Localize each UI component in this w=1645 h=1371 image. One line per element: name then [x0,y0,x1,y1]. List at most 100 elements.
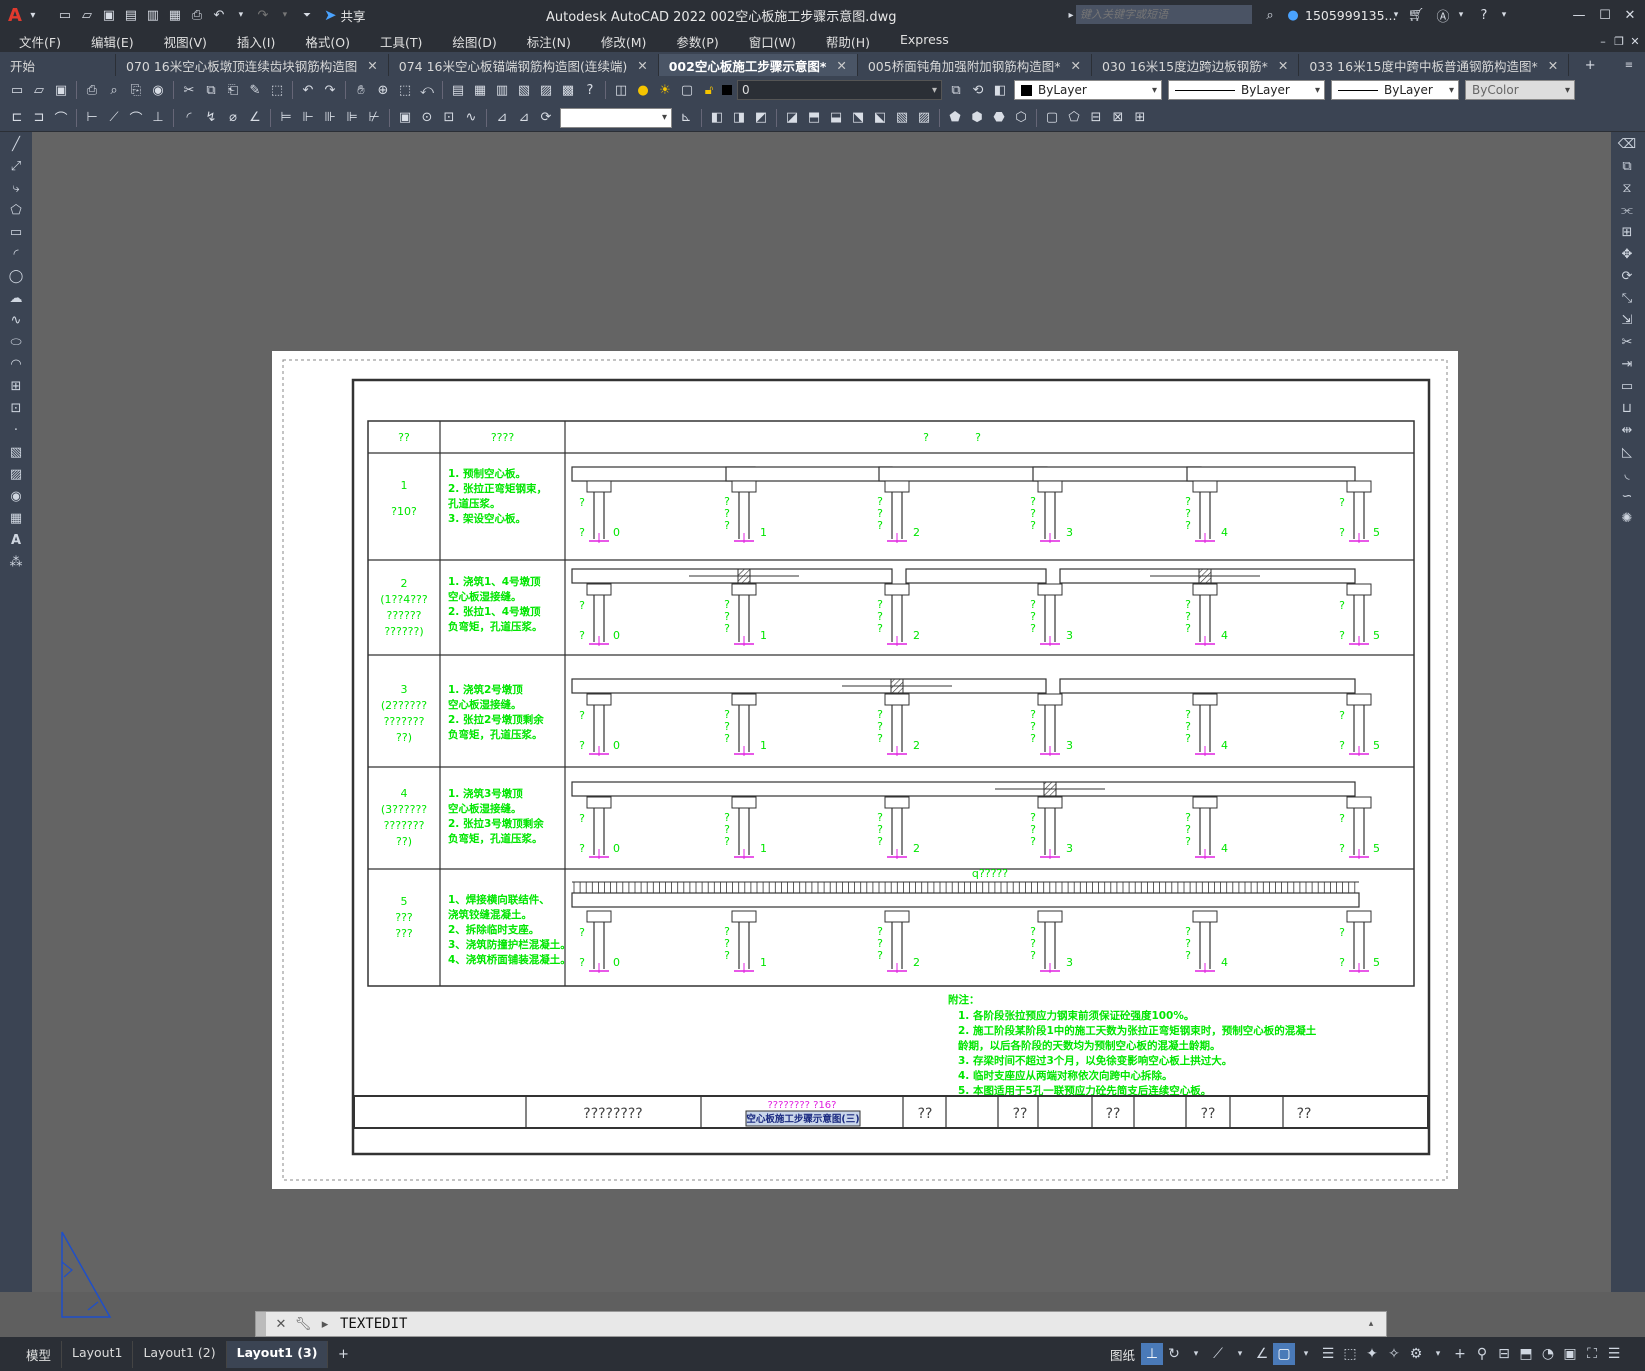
add-selected-icon[interactable]: ⁂ [4,552,28,572]
dim-arc-tb-icon[interactable]: ⌒ [52,109,70,127]
join-icon[interactable]: ⇹ [1615,420,1639,440]
dim-space-icon[interactable]: ⊫ [343,109,361,127]
offset-icon[interactable]: ⫘ [1615,200,1639,220]
point-icon[interactable]: · [4,420,28,440]
menu-item-7[interactable]: 标注(N) [512,32,586,51]
layout-tab-0[interactable]: 模型 [16,1340,63,1368]
dims-front-icon[interactable]: ⬓ [827,109,845,127]
tab-list-icon[interactable]: ≡ [1620,56,1638,74]
viewport-scale-icon[interactable]: ⊞ [1131,109,1149,127]
layer-on-icon[interactable]: ● [634,81,652,99]
polyline-icon[interactable]: ⤷ [4,178,28,198]
search-icon[interactable]: ⌕ [1261,6,1279,24]
viewport-icon[interactable]: ▢ [1043,109,1061,127]
command-line[interactable]: ✕ 🔧︎ ▸ TEXTEDIT ▴ [255,1311,1387,1337]
trim-icon[interactable]: ✂ [1615,332,1639,352]
tab-close-icon[interactable]: ✕ [1070,58,1080,73]
break-at-point-icon[interactable]: ▭ [1615,376,1639,396]
doc-close-icon[interactable]: ✕ [1626,32,1644,50]
osnap-icon[interactable]: ▢ [1273,1343,1296,1365]
center-mark-icon[interactable]: ⊙ [418,109,436,127]
dim-angular-icon[interactable]: ∠ [246,109,264,127]
web-mobile-save-icon[interactable]: ▦ [166,6,184,24]
dim-update-icon[interactable]: ⟳ [537,109,555,127]
jogged-linear-icon[interactable]: ∿ [462,109,480,127]
clean-screen-icon[interactable]: ⛶ [1581,1343,1603,1365]
dim-baseline-icon[interactable]: ⊩ [299,109,317,127]
annotation-scale-icon[interactable]: ✧ [1383,1343,1405,1365]
design-center-icon[interactable]: ▦ [471,81,489,99]
bring-above-icon[interactable]: ◩ [752,109,770,127]
dim-edit-icon[interactable]: ⊿ [493,109,511,127]
command-grip-icon[interactable] [256,1312,266,1336]
inspection-icon[interactable]: ⊡ [440,109,458,127]
tab-close-icon[interactable]: ✕ [836,58,846,73]
fillet-icon[interactable]: ◟ [1615,464,1639,484]
mirror-icon[interactable]: ⧖ [1615,178,1639,198]
cut-icon[interactable]: ✂ [180,81,198,99]
units-icon[interactable]: ⚲ [1471,1343,1493,1365]
user-icon[interactable]: ● [1284,6,1302,24]
ungroup-icon[interactable]: ⬢ [968,109,986,127]
quick-properties-icon[interactable]: ⊟ [1493,1343,1515,1365]
undo-dropdown-icon[interactable]: ▾ [232,6,250,24]
plot-toolbar-icon[interactable]: ⎙ [83,81,101,99]
move-icon[interactable]: ✥ [1615,244,1639,264]
color-dropdown[interactable]: ByLayer [1014,80,1162,100]
dim-break-icon[interactable]: ⊬ [365,109,383,127]
menu-item-8[interactable]: 修改(M) [586,32,662,51]
rotate-icon[interactable]: ⟳ [1615,266,1639,286]
layer-previous-icon[interactable]: ⟲ [969,81,987,99]
keyword-search-input[interactable] [1076,5,1252,24]
circle-icon[interactable]: ◯ [4,266,28,286]
share-button[interactable]: ➤ 共享 [324,6,366,25]
paper-space-toggle[interactable]: 图纸 [1110,1345,1135,1364]
3dprint-icon[interactable]: ◉ [149,81,167,99]
revcloud-icon[interactable]: ☁︎ [4,288,28,308]
a360-dropdown-icon[interactable]: ▾ [1452,6,1470,24]
layer-lock-icon[interactable]: 🔓︎ [700,81,718,99]
plotstyle-dropdown[interactable]: ByColor [1465,80,1575,100]
tab-close-icon[interactable]: ✕ [637,58,647,73]
menu-item-5[interactable]: 工具(T) [365,32,437,51]
menu-item-0[interactable]: 文件(F) [4,32,76,51]
quickcalc-icon[interactable]: ▩ [559,81,577,99]
dim-arclength-icon[interactable]: ⌒ [127,109,145,127]
spline-icon[interactable]: ∿ [4,310,28,330]
zoom-previous-icon[interactable]: ⤺ [418,81,436,99]
extend-icon[interactable]: ⇥ [1615,354,1639,374]
dim-ordinate-icon[interactable]: ⊥ [149,109,167,127]
document-tab-1[interactable]: 070 16米空心板墩顶连续齿块钢筋构造图 ✕ [116,54,389,76]
properties-icon[interactable]: ▤ [449,81,467,99]
menu-item-6[interactable]: 绘图(D) [437,32,511,51]
blend-curves-icon[interactable]: ∽ [1615,486,1639,506]
user-account[interactable]: 1505999135... [1305,8,1396,23]
selection-cycling-icon[interactable]: ⬚ [1339,1343,1361,1365]
close-icon[interactable]: ✕ [1621,6,1639,24]
layout-tab-2[interactable]: Layout1 (2) [133,1340,227,1368]
bring-front-icon[interactable]: ◧ [708,109,726,127]
make-current-layer-icon[interactable]: ⧉ [947,81,965,99]
a360-icon[interactable]: Ⓐ [1434,6,1452,25]
dim-style-dropdown[interactable] [560,107,672,128]
save-icon[interactable]: ▣ [100,6,118,24]
layer-states-icon[interactable]: ◧ [991,81,1009,99]
publish-icon[interactable]: ⎘ [127,81,145,99]
document-tab-5[interactable]: 030 16米15度边跨边板钢筋* ✕ [1092,54,1300,76]
menu-item-9[interactable]: 参数(P) [661,32,733,51]
annotation-visibility-icon[interactable]: ✦ [1361,1343,1383,1365]
minimize-icon[interactable]: — [1570,6,1588,24]
workspace-dropdown-icon[interactable]: ▾ [1427,1343,1449,1365]
graphics-performance-icon[interactable]: ▣ [1559,1343,1581,1365]
open-file-icon[interactable]: ▱ [78,6,96,24]
infer-icon[interactable]: ↻ [1163,1343,1185,1365]
dim-style-icon[interactable]: ⊾ [677,109,695,127]
plot-icon[interactable]: ⎙ [188,6,206,24]
lineweight-dropdown[interactable]: ByLayer [1331,80,1459,100]
ellipse-icon[interactable]: ⬭ [4,332,28,352]
redo-icon[interactable]: ↷ [254,6,272,24]
sheet-set-icon[interactable]: ▧ [515,81,533,99]
layer-thaw-icon[interactable]: ☀ [656,81,674,99]
scale-icon[interactable]: ⤡ [1615,288,1639,308]
undo-toolbar-icon[interactable]: ↶ [299,81,317,99]
